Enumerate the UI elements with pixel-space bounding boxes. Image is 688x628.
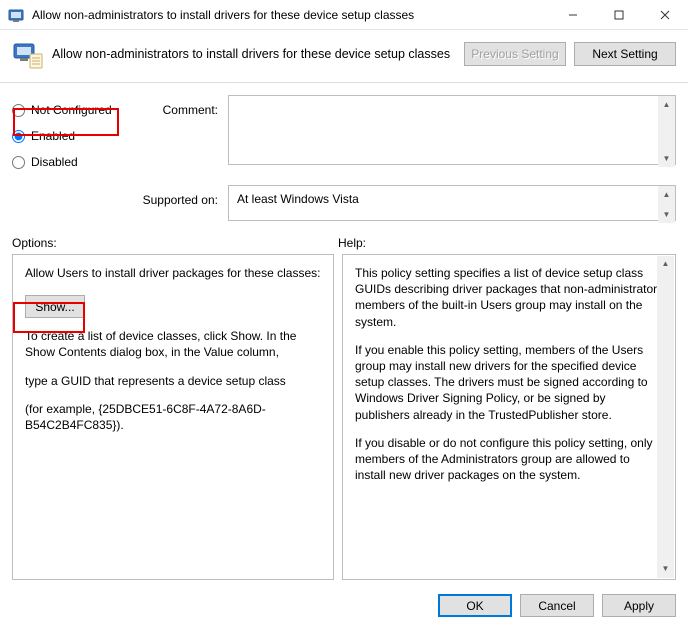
scrollbar[interactable]: ▲ ▼ [657,256,674,578]
scroll-down-icon[interactable]: ▼ [658,206,675,223]
panels: Allow Users to install driver packages f… [0,254,688,586]
previous-setting-button[interactable]: Previous Setting [464,42,566,66]
scroll-down-icon[interactable]: ▼ [658,150,675,167]
radio-label: Enabled [31,129,75,143]
help-p3: If you disable or do not configure this … [355,435,663,484]
options-line2: To create a list of device classes, clic… [25,328,321,360]
ok-button[interactable]: OK [438,594,512,617]
minimize-button[interactable] [550,0,596,30]
titlebar: Allow non-administrators to install driv… [0,0,688,30]
next-setting-button[interactable]: Next Setting [574,42,676,66]
apply-button[interactable]: Apply [602,594,676,617]
panels-header: Options: Help: [0,224,688,254]
scroll-up-icon[interactable]: ▲ [658,186,675,203]
scroll-down-icon[interactable]: ▼ [657,561,674,578]
help-panel: This policy setting specifies a list of … [342,254,676,580]
footer: OK Cancel Apply [0,586,688,617]
options-line4: (for example, {25DBCE51-6C8F-4A72-8A6D-B… [25,401,321,433]
options-line3: type a GUID that represents a device set… [25,373,321,389]
scrollbar[interactable]: ▲ ▼ [658,96,675,167]
window-title: Allow non-administrators to install driv… [32,8,550,22]
options-label: Options: [12,236,338,250]
header: Allow non-administrators to install driv… [0,30,688,82]
comment-label: Comment: [140,97,218,123]
radio-not-configured[interactable]: Not Configured [12,97,140,123]
config-area: Not Configured Enabled Disabled Comment:… [0,91,688,175]
maximize-button[interactable] [596,0,642,30]
help-label: Help: [338,236,676,250]
cancel-button[interactable]: Cancel [520,594,594,617]
options-panel: Allow Users to install driver packages f… [12,254,334,580]
supported-textarea[interactable] [228,185,676,221]
radio-label: Not Configured [31,103,112,117]
policy-large-icon [12,38,44,70]
comment-textarea[interactable] [228,95,676,165]
options-line1: Allow Users to install driver packages f… [25,265,321,281]
policy-icon [8,7,24,23]
scroll-up-icon[interactable]: ▲ [658,96,675,113]
radio-label: Disabled [31,155,78,169]
scrollbar[interactable]: ▲ ▼ [658,186,675,223]
radio-disabled[interactable]: Disabled [12,149,140,175]
scroll-up-icon[interactable]: ▲ [657,256,674,273]
radio-enabled[interactable]: Enabled [12,123,140,149]
divider [0,82,688,83]
help-p1: This policy setting specifies a list of … [355,265,663,330]
help-p2: If you enable this policy setting, membe… [355,342,663,423]
close-button[interactable] [642,0,688,30]
show-button[interactable]: Show... [25,295,85,318]
supported-label: Supported on: [140,187,218,213]
header-title: Allow non-administrators to install driv… [52,47,456,61]
